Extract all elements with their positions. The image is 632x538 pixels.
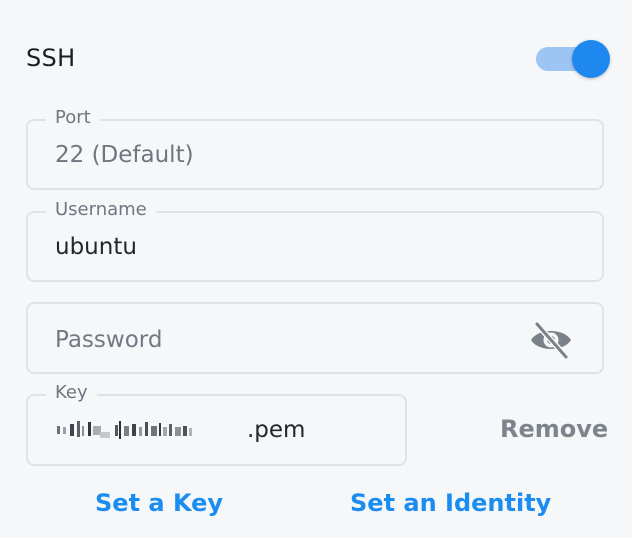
ssh-title: SSH [26,44,76,72]
username-value: ubuntu [55,234,137,260]
key-value: .pem [55,416,305,444]
eye-off-icon[interactable] [528,320,574,360]
ssh-toggle-row: SSH [26,40,610,80]
toggle-knob [572,40,610,78]
key-field[interactable]: Key .pem [26,382,407,466]
port-value: 22 (Default) [55,142,194,168]
key-extension: .pem [247,417,306,443]
key-label: Key [46,382,97,404]
password-field[interactable]: Password [26,302,604,374]
remove-key-button[interactable]: Remove [500,415,608,443]
redacted-filename [55,418,245,440]
username-field[interactable]: Username ubuntu [26,199,604,282]
ssh-toggle[interactable] [536,40,610,80]
port-label: Port [46,107,100,129]
username-label: Username [46,199,156,221]
set-identity-button[interactable]: Set an Identity [350,489,551,517]
set-key-button[interactable]: Set a Key [95,489,223,517]
password-placeholder: Password [55,327,163,353]
port-field[interactable]: Port 22 (Default) [26,107,604,190]
